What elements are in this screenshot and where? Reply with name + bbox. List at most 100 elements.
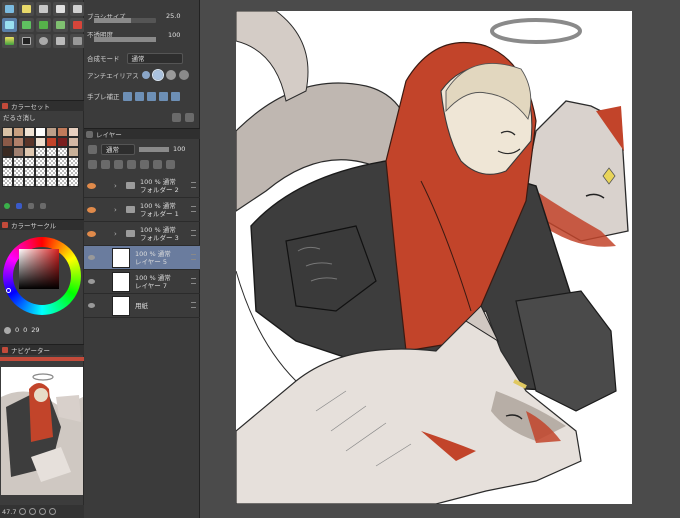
- eye-icon[interactable]: [84, 270, 98, 294]
- color-swatch[interactable]: [68, 167, 79, 177]
- clip-icon[interactable]: [88, 159, 97, 169]
- color-swatch[interactable]: [13, 157, 24, 167]
- layer-row[interactable]: 100 % 通常 レイヤー 5: [84, 246, 200, 270]
- lasso-tool-icon[interactable]: [70, 2, 85, 16]
- color-set-header[interactable]: カラーセット: [0, 100, 84, 111]
- eye-icon[interactable]: [84, 294, 98, 318]
- eye-icon[interactable]: [84, 246, 98, 270]
- navigator-preview[interactable]: [1, 367, 83, 495]
- eraser-tool-icon[interactable]: [53, 18, 68, 32]
- color-circle-header[interactable]: カラーサークル: [0, 219, 84, 230]
- color-swatch[interactable]: [2, 167, 13, 177]
- color-green-icon[interactable]: [4, 203, 10, 209]
- color-blue-icon[interactable]: [16, 203, 22, 209]
- layer-lock-slot[interactable]: [98, 174, 110, 198]
- color-swatch[interactable]: [13, 147, 24, 157]
- color-swatch[interactable]: [68, 137, 79, 147]
- zoom-out-icon[interactable]: [19, 508, 27, 515]
- color-swatch[interactable]: [24, 147, 35, 157]
- drag-handle-icon[interactable]: [191, 254, 196, 260]
- stabilizer-step-1[interactable]: [122, 91, 132, 101]
- layer-row[interactable]: › 100 % 通常 フォルダー 1: [84, 198, 200, 222]
- color-swatch[interactable]: [57, 137, 68, 147]
- color-swatch[interactable]: [2, 157, 13, 167]
- layer-row[interactable]: › 100 % 通常 フォルダー 2: [84, 174, 200, 198]
- color-swatch[interactable]: [46, 157, 57, 167]
- color-swatch[interactable]: [68, 177, 79, 187]
- layer-opacity-slider[interactable]: [139, 146, 169, 152]
- layer-row[interactable]: 用紙: [84, 294, 200, 318]
- color-swatch[interactable]: [57, 177, 68, 187]
- layer-opacity-value[interactable]: 100: [173, 145, 185, 153]
- pen-tool-icon[interactable]: [2, 2, 17, 16]
- blend-tool-icon[interactable]: [36, 34, 51, 48]
- color-swatch[interactable]: [46, 137, 57, 147]
- alpha-lock-icon[interactable]: [140, 159, 149, 169]
- stabilizer-step-3[interactable]: [146, 91, 156, 101]
- color-swatch[interactable]: [24, 157, 35, 167]
- color-swatch[interactable]: [57, 147, 68, 157]
- zoom-in-icon[interactable]: [39, 508, 47, 515]
- color-circle[interactable]: 0 0 29: [0, 230, 84, 340]
- add-color-icon[interactable]: [28, 203, 34, 209]
- artwork-canvas[interactable]: [236, 11, 632, 504]
- color-swatch[interactable]: [35, 137, 46, 147]
- antialias-weak-button[interactable]: [151, 69, 164, 81]
- mask-icon[interactable]: [153, 159, 162, 169]
- move-tool-icon[interactable]: [36, 2, 51, 16]
- drag-handle-icon[interactable]: [191, 302, 196, 308]
- antialias-strong-button[interactable]: [178, 70, 189, 80]
- color-swatch[interactable]: [46, 167, 57, 177]
- color-swatch[interactable]: [46, 147, 57, 157]
- frame-tool-icon[interactable]: [19, 34, 34, 48]
- color-swatch[interactable]: [35, 147, 46, 157]
- drag-handle-icon[interactable]: [191, 278, 196, 284]
- color-swatch[interactable]: [35, 177, 46, 187]
- expand-chevron-icon[interactable]: ›: [114, 206, 120, 214]
- zoom-reset-icon[interactable]: [29, 508, 37, 515]
- color-swatch[interactable]: [2, 177, 13, 187]
- color-swatch[interactable]: [46, 127, 57, 137]
- blend-mode-select[interactable]: 通常: [126, 52, 183, 64]
- color-swatch[interactable]: [35, 167, 46, 177]
- wrench-icon[interactable]: [172, 112, 181, 122]
- saturation-value-square[interactable]: [19, 249, 59, 289]
- layer-lock-slot[interactable]: [98, 246, 110, 270]
- color-swatch[interactable]: [46, 177, 57, 187]
- opacity-value[interactable]: 100: [168, 31, 180, 39]
- delete-color-icon[interactable]: [40, 203, 46, 209]
- navigator-header[interactable]: ナビゲーター: [0, 344, 84, 355]
- expand-chevron-icon[interactable]: ›: [114, 182, 120, 190]
- sparkle-tool-icon[interactable]: [19, 2, 34, 16]
- shape-tool-icon[interactable]: [70, 18, 85, 32]
- layer-lock-slot[interactable]: [98, 270, 110, 294]
- antialias-mid-button[interactable]: [165, 70, 176, 80]
- color-swatch[interactable]: [24, 177, 35, 187]
- brush-size-slider[interactable]: [94, 18, 156, 23]
- expand-chevron-icon[interactable]: ›: [114, 230, 120, 238]
- color-swatch[interactable]: [35, 127, 46, 137]
- fill-tool-icon[interactable]: [19, 18, 34, 32]
- lock-icon[interactable]: [127, 159, 136, 169]
- color-swatch[interactable]: [68, 147, 79, 157]
- opacity-slider[interactable]: [94, 37, 156, 42]
- color-swatch[interactable]: [24, 167, 35, 177]
- layer-properties-tab-icon[interactable]: [86, 130, 93, 138]
- ruler-tool-icon[interactable]: [70, 34, 85, 48]
- color-swatch[interactable]: [24, 127, 35, 137]
- palette-name[interactable]: だるさ消し: [3, 112, 36, 122]
- stabilizer-step-4[interactable]: [158, 91, 168, 101]
- color-swatch[interactable]: [57, 157, 68, 167]
- color-swatch[interactable]: [13, 167, 24, 177]
- stabilizer-step-2[interactable]: [134, 91, 144, 101]
- menu-icon[interactable]: [185, 112, 194, 122]
- layer-lock-slot[interactable]: [98, 222, 110, 246]
- color-swatch[interactable]: [24, 137, 35, 147]
- color-swatch[interactable]: [57, 167, 68, 177]
- brush-size-value[interactable]: 25.0: [166, 12, 180, 20]
- reference-icon[interactable]: [101, 159, 110, 169]
- color-swatch[interactable]: [13, 177, 24, 187]
- ruler-icon[interactable]: [166, 159, 175, 169]
- eye-icon[interactable]: [84, 198, 98, 222]
- rotate-icon[interactable]: [49, 508, 57, 515]
